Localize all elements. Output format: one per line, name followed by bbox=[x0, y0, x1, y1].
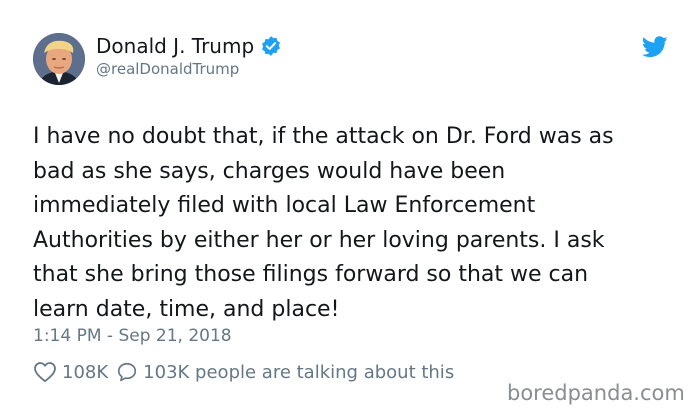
like-action[interactable]: 108K bbox=[33, 361, 108, 383]
reply-bubble-icon bbox=[118, 362, 137, 382]
tweet-timestamp[interactable]: 1:14 PM - Sep 21, 2018 bbox=[33, 324, 232, 348]
like-count: 108K bbox=[62, 361, 109, 383]
twitter-bird-icon[interactable] bbox=[642, 36, 668, 58]
author-display-name[interactable]: Donald J. Trump bbox=[96, 32, 254, 60]
tweet-actions: 108K 103K people are talking about this bbox=[33, 359, 454, 385]
boredpanda-watermark: boredpanda.com bbox=[507, 381, 685, 405]
avatar[interactable] bbox=[33, 33, 85, 85]
heart-icon bbox=[34, 362, 56, 383]
talking-about-text: 103K people are talking about this bbox=[143, 361, 455, 383]
tweet-card: Donald J. Trump @realDonaldTrump I have … bbox=[0, 0, 700, 415]
tweet-text: I have no doubt that, if the attack on D… bbox=[33, 124, 614, 322]
author-row: Donald J. Trump bbox=[96, 32, 282, 60]
reply-action[interactable]: 103K people are talking about this bbox=[108, 361, 454, 383]
verified-badge-icon bbox=[260, 35, 282, 57]
author-handle[interactable]: @realDonaldTrump bbox=[96, 59, 239, 79]
